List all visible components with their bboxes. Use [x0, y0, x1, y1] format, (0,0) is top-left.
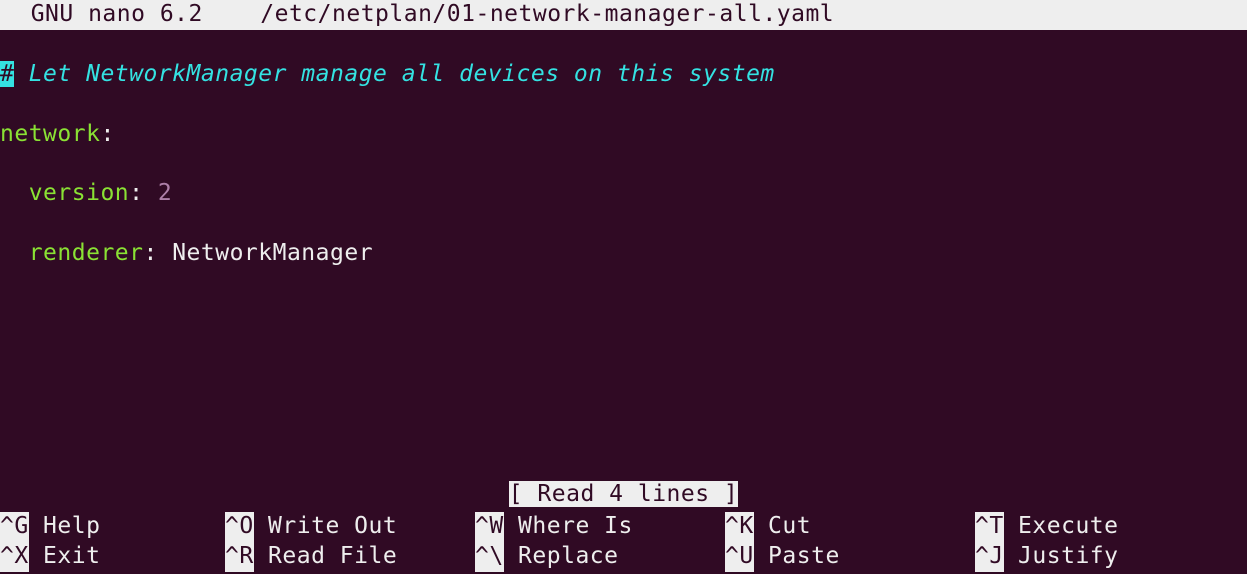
key-combo: ^U	[725, 542, 754, 572]
shortcut-where-is[interactable]: ^W Where Is	[475, 512, 725, 542]
key-label: Where Is	[504, 512, 633, 542]
editor-line: network:	[0, 120, 1247, 150]
key-combo: ^X	[0, 542, 29, 572]
key-combo: ^R	[225, 542, 254, 572]
shortcut-justify[interactable]: ^J Justify	[975, 542, 1225, 572]
status-bar: [ Read 4 lines ]	[0, 480, 1247, 510]
key-combo: ^T	[975, 512, 1004, 542]
shortcut-read-file[interactable]: ^R Read File	[225, 542, 475, 572]
key-label: Cut	[754, 512, 811, 542]
indent	[0, 180, 29, 206]
key-label: Help	[29, 512, 101, 542]
key-label: Write Out	[254, 512, 397, 542]
indent	[0, 240, 29, 266]
shortcuts-bar: ^G Help ^O Write Out ^W Where Is ^K Cut …	[0, 512, 1247, 572]
key-label: Exit	[29, 542, 101, 572]
key-combo: ^\	[475, 542, 504, 572]
yaml-value-number: 2	[158, 180, 172, 206]
key-label: Execute	[1004, 512, 1119, 542]
editor-area[interactable]: # Let NetworkManager manage all devices …	[0, 30, 1247, 299]
key-combo: ^K	[725, 512, 754, 542]
shortcut-paste[interactable]: ^U Paste	[725, 542, 975, 572]
shortcut-help[interactable]: ^G Help	[0, 512, 225, 542]
comment-text: Let NetworkManager manage all devices on…	[14, 61, 774, 87]
key-label: Replace	[504, 542, 619, 572]
shortcuts-row-2: ^X Exit ^R Read File ^\ Replace ^U Paste…	[0, 542, 1247, 572]
yaml-value-string: NetworkManager	[172, 240, 373, 266]
status-message: [ Read 4 lines ]	[509, 481, 739, 507]
key-label: Justify	[1004, 542, 1119, 572]
shortcuts-row-1: ^G Help ^O Write Out ^W Where Is ^K Cut …	[0, 512, 1247, 542]
yaml-key: renderer	[29, 240, 144, 266]
key-combo: ^W	[475, 512, 504, 542]
yaml-key: version	[29, 180, 129, 206]
key-label: Paste	[754, 542, 840, 572]
editor-line: version: 2	[0, 179, 1247, 209]
title-bar: GNU nano 6.2 /etc/netplan/01-network-man…	[0, 0, 1247, 30]
key-label: Read File	[254, 542, 397, 572]
app-name: GNU nano 6.2	[2, 1, 203, 27]
shortcut-write-out[interactable]: ^O Write Out	[225, 512, 475, 542]
shortcut-exit[interactable]: ^X Exit	[0, 542, 225, 572]
editor-line: # Let NetworkManager manage all devices …	[0, 60, 1247, 90]
yaml-colon: :	[143, 240, 172, 266]
key-combo: ^G	[0, 512, 29, 542]
shortcut-cut[interactable]: ^K Cut	[725, 512, 975, 542]
file-path: /etc/netplan/01-network-manager-all.yaml	[260, 1, 834, 27]
yaml-key: network	[0, 121, 100, 147]
yaml-colon: :	[129, 180, 158, 206]
key-combo: ^O	[225, 512, 254, 542]
shortcut-execute[interactable]: ^T Execute	[975, 512, 1225, 542]
yaml-colon: :	[100, 121, 114, 147]
shortcut-replace[interactable]: ^\ Replace	[475, 542, 725, 572]
comment-marker: #	[0, 61, 14, 87]
key-combo: ^J	[975, 542, 1004, 572]
editor-line: renderer: NetworkManager	[0, 239, 1247, 269]
